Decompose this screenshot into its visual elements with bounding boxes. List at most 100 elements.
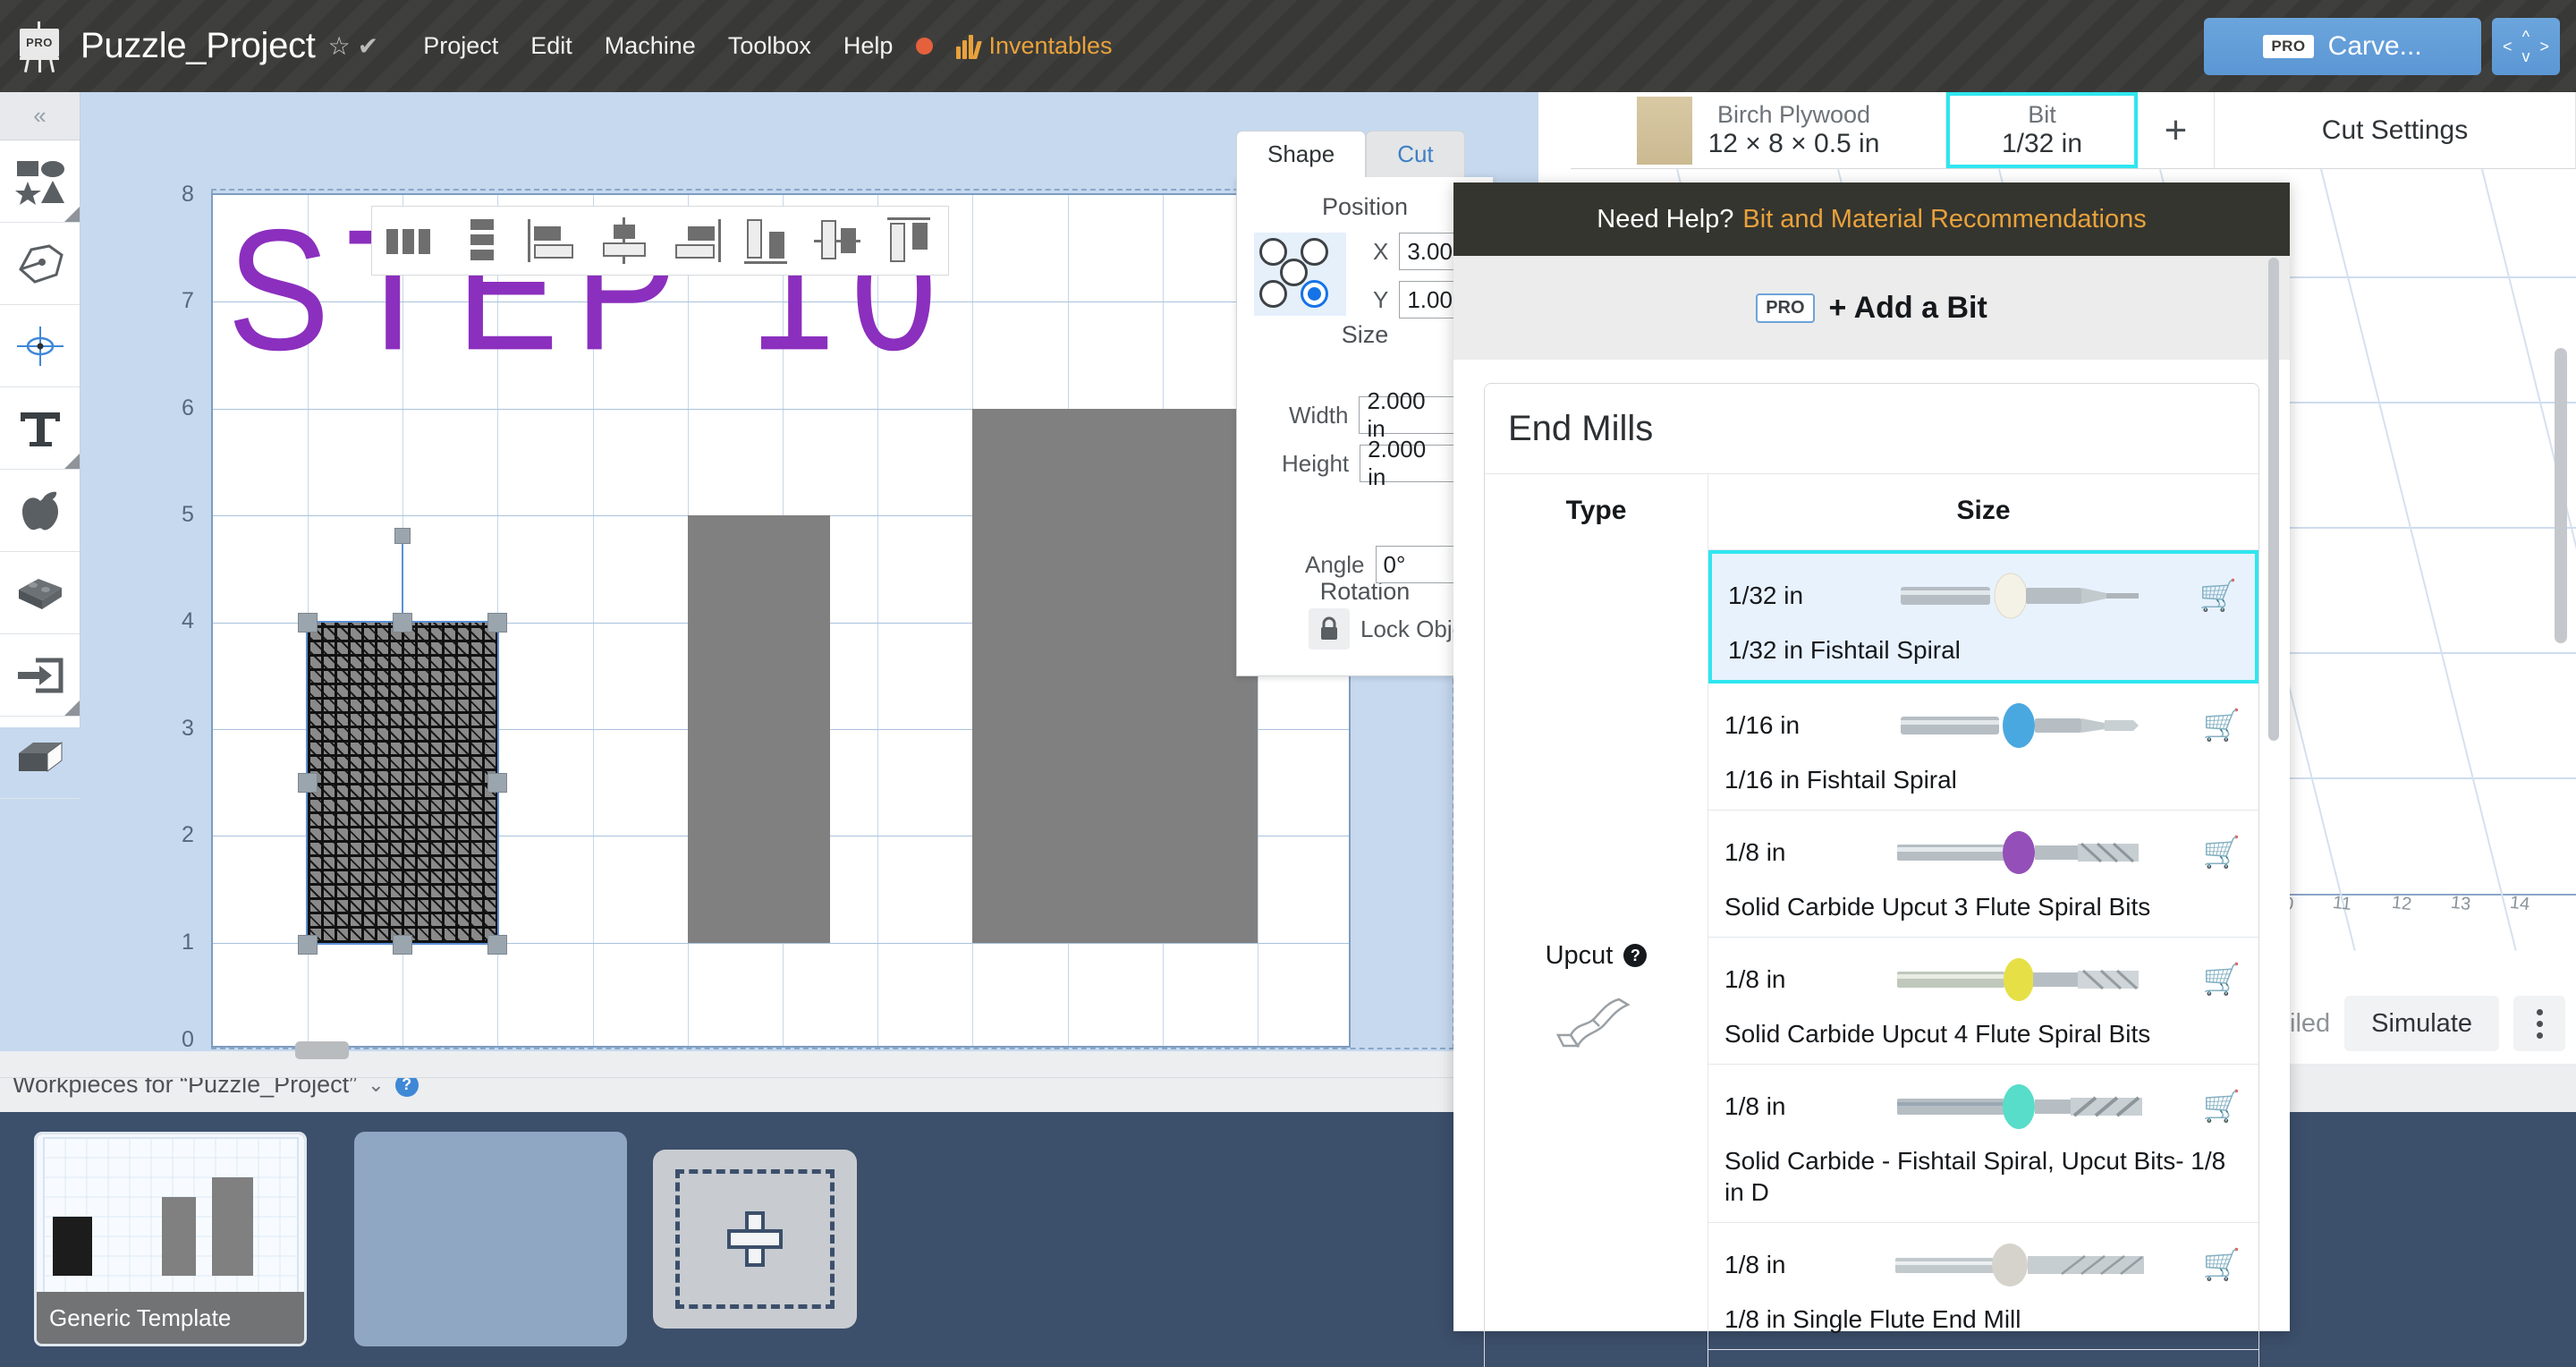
bit-value: 1/32 in	[2001, 129, 2083, 158]
tab-cut[interactable]: Cut	[1366, 131, 1465, 177]
distribute-horizontal-icon[interactable]	[385, 217, 435, 264]
bit-selector[interactable]: Bit 1/32 in	[1946, 92, 2138, 168]
workpiece-card-empty[interactable]	[354, 1132, 627, 1346]
y-tick-7: 7	[182, 288, 194, 313]
carve-button[interactable]: PRO Carve...	[2204, 17, 2481, 75]
add-bit-button[interactable]: +	[2138, 92, 2215, 168]
menu-item-toolbox[interactable]: Toolbox	[728, 32, 811, 60]
sidebar-item-import[interactable]	[0, 634, 80, 717]
sidebar-item-apps[interactable]	[0, 470, 80, 552]
anchor-bottom-right[interactable]	[1301, 280, 1328, 308]
shapes-icon	[14, 160, 64, 205]
upcut-help-icon[interactable]: ?	[1623, 944, 1648, 967]
splitter-drag-handle[interactable]	[295, 1041, 349, 1059]
align-top-icon[interactable]	[886, 217, 936, 264]
workpiece-add-card[interactable]	[653, 1150, 857, 1329]
canvas-rect-bar-2[interactable]	[688, 515, 830, 943]
simulate-button[interactable]: Simulate	[2344, 996, 2499, 1051]
align-center-horizontal-icon[interactable]	[599, 217, 649, 264]
preview-more-icon[interactable]	[2513, 996, 2565, 1051]
cart-icon[interactable]: 🛒	[2201, 962, 2242, 998]
resize-handle-nw[interactable]	[298, 613, 318, 633]
sidebar-item-text[interactable]	[0, 387, 80, 470]
material-selector[interactable]: Birch Plywood 12 × 8 × 0.5 in	[1571, 92, 1946, 168]
resize-handle-sw[interactable]	[298, 935, 318, 955]
cart-icon[interactable]: 🛒	[2201, 1247, 2242, 1283]
anchor-bottom-left[interactable]	[1259, 280, 1287, 308]
anchor-top-left[interactable]	[1259, 238, 1287, 266]
bit-image	[1832, 1363, 2201, 1367]
inventables-link[interactable]: Inventables	[954, 32, 1113, 60]
carve-label: Carve...	[2327, 30, 2422, 61]
align-middle-vertical-icon[interactable]	[814, 217, 864, 264]
add-a-bit-row[interactable]: PRO + Add a Bit	[1453, 256, 2290, 360]
anchor-center[interactable]	[1280, 259, 1308, 286]
distribute-vertical-icon[interactable]	[456, 217, 506, 264]
bit-size: 1/8 in	[1724, 838, 1786, 866]
anchor-selector[interactable]	[1254, 233, 1346, 316]
pen-tool-icon	[18, 243, 64, 284]
workpiece-board[interactable]: STEP 10	[211, 193, 1351, 1048]
preview-scrollbar[interactable]	[2555, 348, 2567, 643]
height-input[interactable]: 2.000 in	[1360, 436, 1457, 490]
bit-row-1-16-fishtail[interactable]: 1/16 in 🛒 1/16 in Fishtail Spiral	[1708, 684, 2258, 811]
sidebar-item-blocks[interactable]	[0, 552, 80, 634]
panel-splitter[interactable]	[0, 1051, 1538, 1078]
sidebar-item-target[interactable]	[0, 305, 80, 387]
bit-row-fishtail-upcut-1-8[interactable]: 1/8 in 🛒 Solid Carbide - Fishtail Spiral…	[1708, 1065, 2258, 1223]
bit-row-quarter-inch[interactable]: 1/4 in 🛒	[1708, 1350, 2258, 1367]
resize-handle-e[interactable]	[487, 773, 507, 793]
rotation-handle[interactable]	[394, 528, 411, 544]
menu-item-machine[interactable]: Machine	[605, 32, 696, 60]
bit-row-single-flute[interactable]: 1/8 in 🛒 1/8 in Single Flute End Mill	[1708, 1223, 2258, 1350]
height-row: Height 2.000 in	[1282, 436, 1457, 490]
easel-pro-logo-icon[interactable]: PRO	[14, 21, 64, 72]
menu-item-help[interactable]: Help	[843, 32, 894, 60]
bit-row-4-flute-spiral[interactable]: 1/8 in 🛒 Solid Carbide Upcut 4 Flute Spi…	[1708, 938, 2258, 1065]
anchor-top-right[interactable]	[1301, 238, 1328, 266]
inventables-label: Inventables	[988, 32, 1113, 59]
material-bit-bar: Birch Plywood 12 × 8 × 0.5 in Bit 1/32 i…	[1571, 92, 2576, 169]
canvas-rect-bar-3[interactable]	[972, 409, 1258, 943]
bit-name: 1/16 in Fishtail Spiral	[1724, 766, 1957, 794]
align-right-icon[interactable]	[671, 217, 721, 264]
bit-row-1-32-fishtail[interactable]: 1/32 in 🛒 1/32 in Fishtail Spiral	[1708, 550, 2258, 684]
sidebar-item-box[interactable]	[0, 717, 80, 799]
resize-handle-s[interactable]	[393, 935, 412, 955]
bit-image	[1832, 950, 2201, 1009]
padlock-glyph	[1321, 616, 1337, 640]
cart-icon[interactable]: 🛒	[2201, 835, 2242, 870]
sidebar-item-pen[interactable]	[0, 223, 80, 305]
resize-handle-ne[interactable]	[487, 613, 507, 633]
cart-icon[interactable]: 🛒	[2201, 1089, 2242, 1125]
width-input[interactable]: 2.000 in	[1359, 387, 1456, 442]
bit-picker-dialog: Need Help? Bit and Material Recommendati…	[1453, 183, 2290, 1367]
bit-size: 1/8 in	[1724, 1251, 1786, 1278]
height-label: Height	[1282, 449, 1350, 477]
bit-dialog-scrollbar[interactable]	[2268, 258, 2279, 741]
workpiece-card-generic-template[interactable]: Generic Template	[34, 1132, 307, 1346]
lock-icon[interactable]	[1309, 608, 1350, 650]
menu-item-edit[interactable]: Edit	[530, 32, 572, 60]
project-title[interactable]: Puzzle_Project	[80, 26, 316, 66]
rail-collapse-icon[interactable]: «	[0, 92, 80, 140]
end-mills-header: End Mills	[1485, 384, 2258, 473]
cut-settings-button[interactable]: Cut Settings	[2215, 92, 2576, 168]
menu-item-project[interactable]: Project	[423, 32, 498, 60]
bit-row-3-flute-spiral[interactable]: 1/8 in 🛒 Solid Carbide Upcut 3 Flute Spi…	[1708, 811, 2258, 938]
favorite-star-icon[interactable]: ☆	[328, 31, 351, 61]
bit-size: 1/16 in	[1724, 711, 1801, 739]
cart-icon[interactable]: 🛒	[2201, 708, 2242, 743]
resize-handle-se[interactable]	[487, 935, 507, 955]
resize-handle-n[interactable]	[393, 613, 412, 633]
add-workpiece-dashed-frame	[675, 1169, 835, 1309]
cart-icon[interactable]: 🛒	[2198, 578, 2239, 614]
tab-shape[interactable]: Shape	[1236, 131, 1367, 177]
pan-expand-button[interactable]: ^ v < >	[2492, 17, 2560, 75]
sidebar-item-shapes[interactable]	[0, 140, 80, 223]
align-bottom-icon[interactable]	[742, 217, 792, 264]
help-link[interactable]: Bit and Material Recommendations	[1742, 205, 2146, 234]
y-tick-2: 2	[182, 822, 194, 847]
resize-handle-w[interactable]	[298, 773, 318, 793]
align-left-icon[interactable]	[528, 217, 578, 264]
